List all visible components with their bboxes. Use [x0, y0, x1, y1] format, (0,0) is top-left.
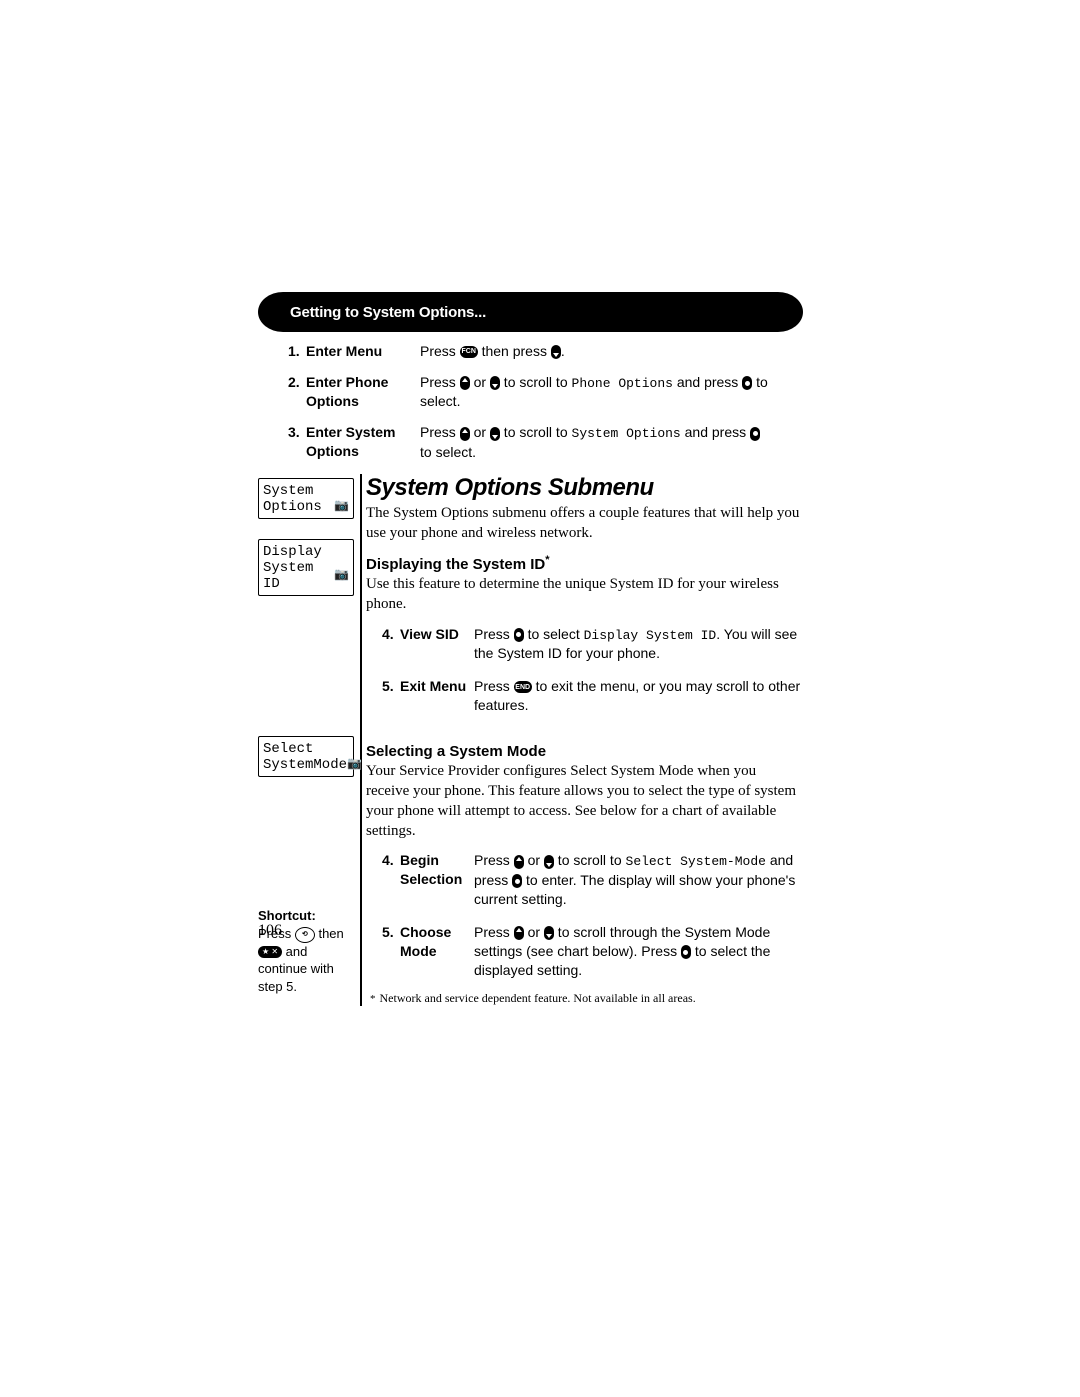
scroll-up-key-icon — [460, 376, 470, 390]
footnote: *Network and service dependent feature. … — [366, 991, 803, 1006]
step-label: Enter Menu — [306, 342, 420, 361]
intro-text: The System Options submenu offers a coup… — [366, 504, 803, 544]
scroll-down-key-icon — [551, 345, 561, 359]
step-number: 5. — [382, 677, 400, 696]
lcd-text: Options — [263, 499, 322, 515]
footnote-marker: * — [545, 554, 549, 566]
section-body: Use this feature to determine the unique… — [366, 575, 803, 615]
scroll-up-key-icon — [460, 427, 470, 441]
select-key-icon — [750, 427, 760, 441]
substep-row: 4. View SID Press to select Display Syst… — [382, 625, 803, 663]
lcd-text: Display — [263, 544, 322, 560]
substeps: 4. View SID Press to select Display Syst… — [366, 615, 803, 733]
lcd-text: Select — [263, 741, 313, 757]
lcd-line: System — [263, 483, 349, 499]
step-label: Choose Mode — [400, 923, 474, 961]
step-desc: Press or to scroll to Phone Options and … — [420, 373, 773, 411]
camera-icon: 📷 — [334, 569, 349, 583]
footnote-text: Network and service dependent feature. N… — [380, 991, 696, 1005]
step-desc: Press END to exit the menu, or you may s… — [474, 677, 803, 715]
step-number: 3. — [288, 423, 306, 442]
step-label: Enter System Options — [306, 423, 420, 461]
section-heading: Selecting a System Mode — [366, 743, 803, 760]
lcd-line: Display — [263, 544, 349, 560]
step-label: Begin Selection — [400, 851, 474, 889]
lcd-line: System ID 📷 — [263, 560, 349, 592]
step-desc: Press to select Display System ID. You w… — [474, 625, 803, 663]
step-number: 4. — [382, 625, 400, 644]
substep-row: 5. Exit Menu Press END to exit the menu,… — [382, 677, 803, 715]
section-header-text: Getting to System Options... — [290, 304, 486, 321]
two-column-layout: System Options 📷 Display System ID 📷 — [258, 474, 803, 1007]
menu-path-text: Display System ID — [584, 628, 717, 643]
step-label: View SID — [400, 625, 474, 644]
lcd-line: SystemMode 📷 — [263, 757, 349, 773]
lcd-panel: Select SystemMode 📷 — [258, 736, 354, 777]
menu-path-text: System Options — [572, 426, 681, 441]
content-area: Getting to System Options... 1. Enter Me… — [258, 292, 803, 1006]
step-number: 4. — [382, 851, 400, 870]
step-desc: Press or to scroll to System Options and… — [420, 423, 773, 461]
lcd-panel: System Options 📷 — [258, 478, 354, 519]
step-number: 2. — [288, 373, 306, 392]
lcd-line: Options 📷 — [263, 499, 349, 515]
scroll-up-key-icon — [514, 926, 524, 940]
lcd-line: Select — [263, 741, 349, 757]
lcd-text: System — [263, 483, 313, 499]
footnote-star: * — [370, 993, 380, 1005]
substeps: 4. Begin Selection Press or to scroll to… — [366, 841, 803, 989]
lcd-text: System ID — [263, 560, 334, 592]
scroll-down-key-icon — [490, 427, 500, 441]
section-body: Your Service Provider configures Select … — [366, 762, 803, 842]
step-row: 3. Enter System Options Press or to scro… — [288, 423, 773, 461]
end-key-icon: END — [514, 681, 532, 693]
heading-text: Displaying the System ID — [366, 556, 545, 573]
step-label: Exit Menu — [400, 677, 474, 696]
scroll-down-key-icon — [544, 855, 554, 869]
scroll-down-key-icon — [490, 376, 500, 390]
section-header: Getting to System Options... — [258, 292, 803, 332]
rcl-key-icon: ⟲ — [295, 927, 315, 943]
steps-block: 1. Enter Menu Press FCN then press . 2. … — [258, 332, 803, 474]
camera-icon: 📷 — [347, 758, 362, 772]
step-row: 1. Enter Menu Press FCN then press . — [288, 342, 773, 361]
step-desc: Press FCN then press . — [420, 342, 773, 361]
shortcut-box: Shortcut: Press ⟲ then ★ ✕ and continue … — [258, 907, 354, 995]
step-number: 5. — [382, 923, 400, 942]
page: Getting to System Options... 1. Enter Me… — [0, 0, 1080, 1397]
fcn-key-icon: FCN — [460, 346, 478, 358]
step-label: Enter Phone Options — [306, 373, 420, 411]
menu-path-text: Select System-Mode — [626, 854, 766, 869]
scroll-down-key-icon — [544, 926, 554, 940]
right-column: System Options Submenu The System Option… — [362, 474, 803, 1007]
substep-row: 5. Choose Mode Press or to scroll throug… — [382, 923, 803, 980]
lcd-text: SystemMode — [263, 757, 347, 773]
submenu-title: System Options Submenu — [366, 474, 803, 502]
menu-path-text: Phone Options — [572, 376, 673, 391]
step-desc: Press or to scroll to Select System-Mode… — [474, 851, 803, 908]
page-number: 106 — [258, 922, 282, 940]
select-key-icon — [681, 945, 691, 959]
select-key-icon — [512, 874, 522, 888]
substep-row: 4. Begin Selection Press or to scroll to… — [382, 851, 803, 908]
step-desc: Press or to scroll through the System Mo… — [474, 923, 803, 980]
star-x-key-icon: ★ ✕ — [258, 946, 282, 958]
lcd-panel: Display System ID 📷 — [258, 539, 354, 596]
step-row: 2. Enter Phone Options Press or to scrol… — [288, 373, 773, 411]
step-number: 1. — [288, 342, 306, 361]
select-key-icon — [742, 376, 752, 390]
camera-icon: 📷 — [334, 500, 349, 514]
scroll-up-key-icon — [514, 855, 524, 869]
select-key-icon — [514, 628, 524, 642]
section-heading: Displaying the System ID* — [366, 554, 803, 573]
